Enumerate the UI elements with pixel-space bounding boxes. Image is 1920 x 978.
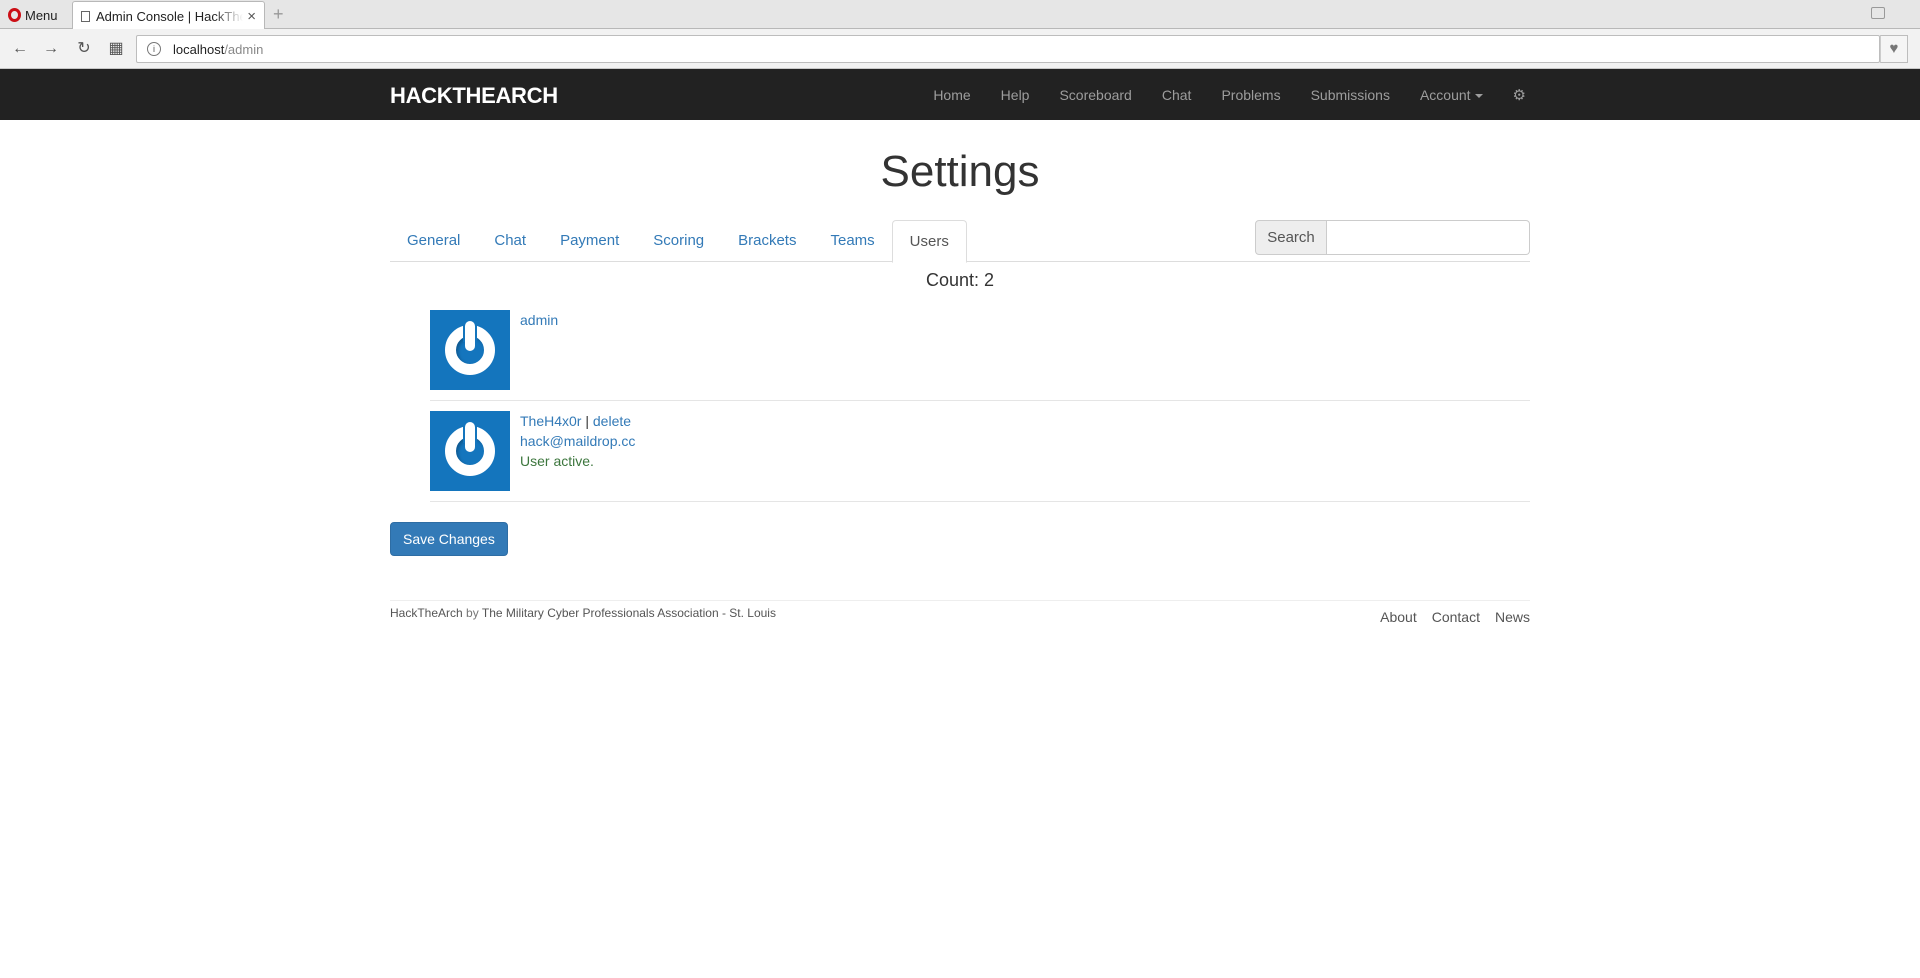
forward-icon[interactable]: → [39,37,63,61]
url-path: /admin [224,41,264,57]
footer-brand: HackTheArch [390,606,463,620]
site-brand[interactable]: HACKTHEARCH [390,83,558,109]
username-link[interactable]: admin [520,312,558,328]
delete-user-link[interactable]: delete [593,413,631,429]
footer-credit: HackTheArch by The Military Cyber Profes… [390,606,776,620]
user-list: admin TheH4x0r | delete hack@maildrop.cc… [430,300,1530,502]
user-info: admin [520,310,558,390]
navbar-links: Home Help Scoreboard Chat Problems Submi… [918,69,1541,120]
footer-link-news[interactable]: News [1495,609,1530,625]
new-tab-icon[interactable]: + [273,5,284,23]
nav-chat[interactable]: Chat [1147,87,1207,103]
heart-icon[interactable]: ♥ [1880,35,1908,63]
main-container: Settings General Chat Payment Scoring Br… [390,120,1530,630]
tab-general[interactable]: General [390,220,477,262]
speed-dial-icon[interactable]: ▦ [104,37,128,61]
tab-brackets[interactable]: Brackets [721,220,813,262]
search-label: Search [1255,220,1327,255]
nav-submissions[interactable]: Submissions [1296,87,1405,103]
tab-menu-icon[interactable] [1871,7,1885,19]
save-changes-button[interactable]: Save Changes [390,522,508,556]
footer-links: About Contact News [1380,609,1530,625]
footer-by: by [466,606,479,620]
browser-menu-label: Menu [25,7,58,23]
browser-menu-button[interactable]: Menu [8,6,58,24]
account-label: Account [1419,86,1471,103]
user-email-link[interactable]: hack@maildrop.cc [520,433,635,449]
page-icon [81,10,90,22]
site-info-icon[interactable]: i [147,42,161,56]
user-row-admin: admin [430,300,1530,401]
footer-link-about[interactable]: About [1380,609,1417,625]
browser-tab-title: Admin Console | HackTheArch [96,8,244,24]
avatar [430,411,510,491]
opera-logo-icon [8,8,21,22]
tab-payment[interactable]: Payment [543,220,636,262]
address-bar[interactable]: i localhost/admin [136,35,1880,63]
user-status: User active. [520,453,594,469]
nav-account-dropdown[interactable]: Account [1405,87,1498,103]
nav-scoreboard[interactable]: Scoreboard [1044,87,1146,103]
browser-toolbar: ← → ↻ ▦ i localhost/admin ♥ [0,29,1920,69]
footer-org: The Military Cyber Professionals Associa… [481,606,776,620]
browser-tabstrip: Menu Admin Console | HackTheArch × + [0,0,1920,30]
footer-link-contact[interactable]: Contact [1432,609,1480,625]
username-link[interactable]: TheH4x0r [520,413,581,429]
site-footer: HackTheArch by The Military Cyber Profes… [390,600,1530,630]
nav-problems[interactable]: Problems [1206,87,1295,103]
user-info: TheH4x0r | delete hack@maildrop.cc User … [520,411,635,491]
separator: | [585,413,589,429]
caret-down-icon [1474,93,1483,98]
user-count: Count: 2 [925,270,995,290]
search-input[interactable] [1327,220,1530,255]
tab-scoring[interactable]: Scoring [636,220,721,262]
back-icon[interactable]: ← [8,37,32,61]
tab-chat[interactable]: Chat [477,220,543,262]
nav-help[interactable]: Help [986,87,1045,103]
url-host: localhost [173,41,225,57]
user-header-line: TheH4x0r | delete [520,411,635,431]
tab-teams[interactable]: Teams [813,220,891,262]
user-search-group: Search [1255,220,1530,255]
settings-tabs-row: General Chat Payment Scoring Brackets Te… [390,220,1530,263]
gear-icon[interactable]: ⚙ [1498,86,1541,104]
site-navbar: HACKTHEARCH Home Help Scoreboard Chat Pr… [0,69,1920,120]
page-title: Settings [880,147,1040,196]
reload-icon[interactable]: ↻ [72,37,96,61]
avatar [430,310,510,390]
browser-tab-active[interactable]: Admin Console | HackTheArch × [72,1,265,30]
user-row-theh4x0r: TheH4x0r | delete hack@maildrop.cc User … [430,401,1530,502]
nav-home[interactable]: Home [918,87,985,103]
tab-users[interactable]: Users [891,220,967,263]
close-tab-icon[interactable]: × [247,8,256,25]
